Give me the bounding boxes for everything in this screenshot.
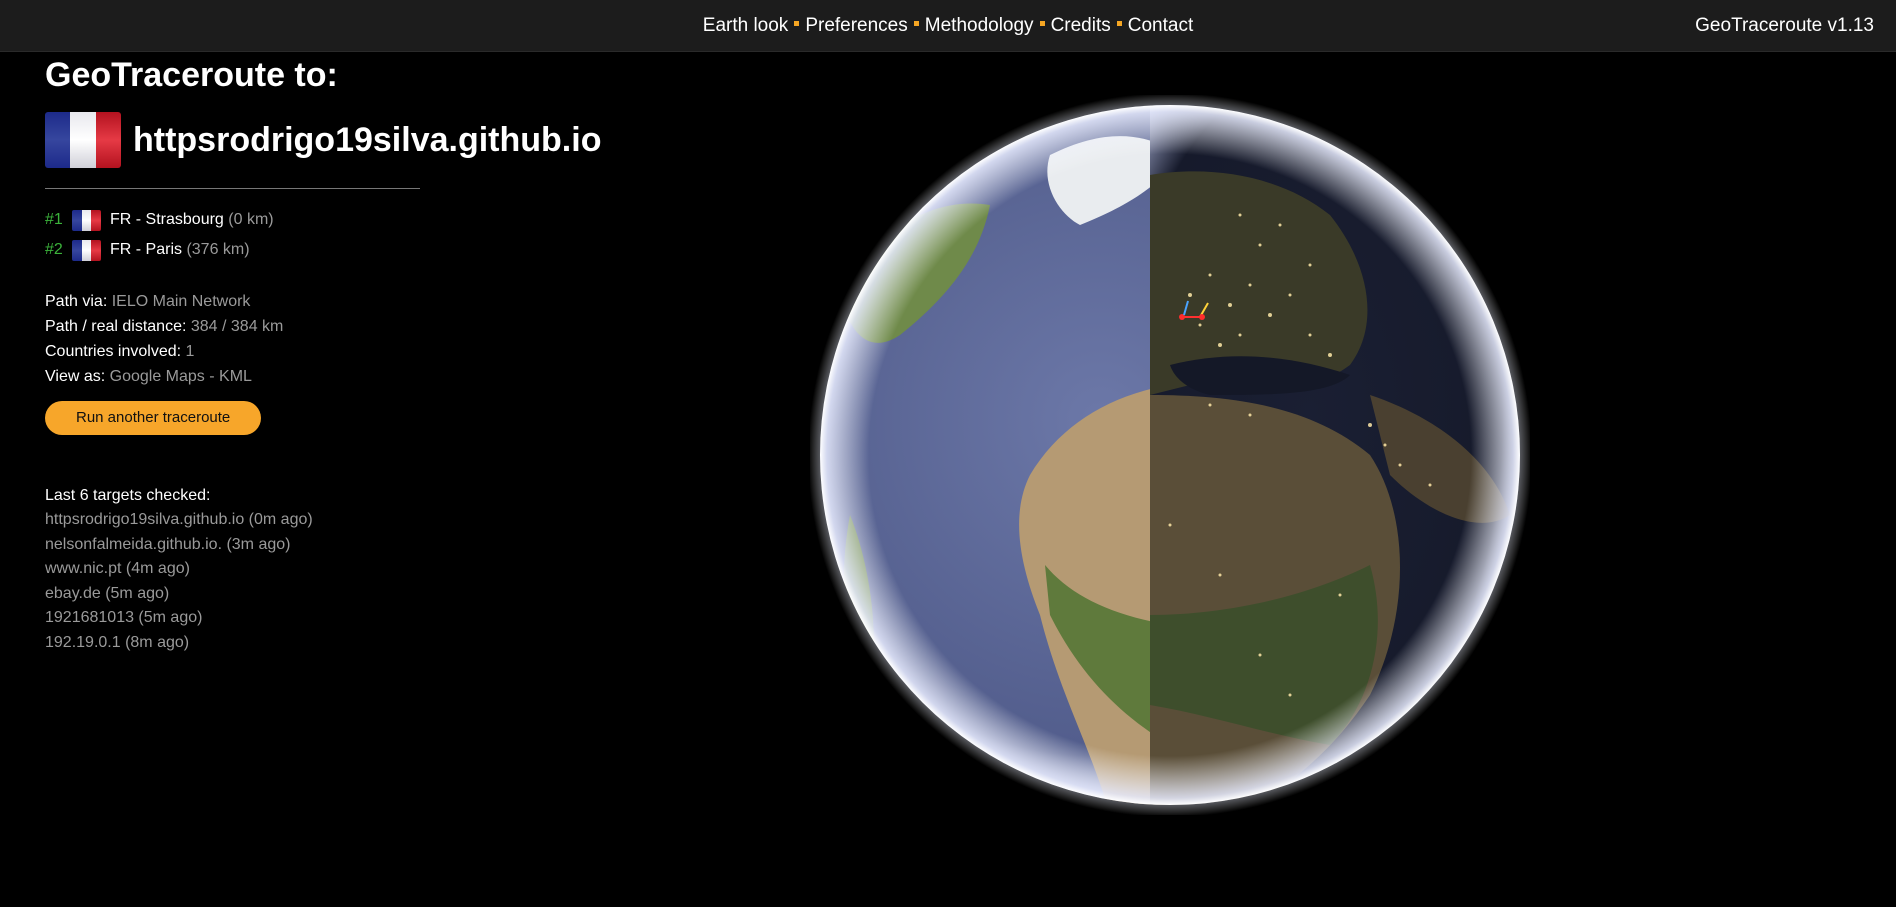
app-version: GeoTraceroute v1.13: [1695, 15, 1874, 36]
countries-row: Countries involved: 1: [45, 339, 645, 364]
globe-render[interactable]: [808, 93, 1532, 817]
hop-row[interactable]: #2 FR - Paris (376 km): [45, 235, 645, 265]
recent-targets-title: Last 6 targets checked:: [45, 487, 211, 504]
hop-list: #1 FR - Strasbourg (0 km) #2 FR - Paris …: [45, 205, 645, 265]
hop-location: FR - Strasbourg: [110, 211, 224, 228]
france-flag-icon: [45, 112, 121, 168]
recent-target-item[interactable]: ebay.de (5m ago): [45, 582, 645, 607]
divider: [45, 188, 420, 189]
traceroute-panel: GeoTraceroute to: httpsrodrigo19silva.gi…: [45, 52, 645, 655]
google-maps-link[interactable]: Google Maps: [110, 368, 205, 385]
menu-separator: [913, 21, 919, 27]
page-title: GeoTraceroute to:: [45, 56, 338, 94]
recent-target-item[interactable]: 192.19.0.1 (8m ago): [45, 631, 645, 656]
nav-methodology[interactable]: Methodology: [925, 15, 1034, 36]
france-flag-icon: [72, 209, 101, 231]
recent-target-item[interactable]: 1921681013 (5m ago): [45, 606, 645, 631]
nav-contact[interactable]: Contact: [1128, 15, 1193, 36]
hop-number: #1: [45, 211, 63, 228]
menu-separator: [1039, 21, 1045, 27]
nav-credits[interactable]: Credits: [1051, 15, 1111, 36]
run-another-traceroute-button[interactable]: Run another traceroute: [45, 401, 262, 435]
menu-separator: [794, 21, 800, 27]
path-info: Path via: IELO Main Network Path / real …: [45, 289, 645, 389]
view-as-row: View as: Google Maps - KML: [45, 364, 645, 389]
hop-location: FR - Paris: [110, 241, 182, 258]
menu-separator: [1116, 21, 1122, 27]
distance-value: 384 / 384 km: [190, 318, 284, 335]
path-via-row: Path via: IELO Main Network: [45, 289, 645, 314]
kml-link[interactable]: KML: [219, 368, 252, 385]
countries-value: 1: [185, 343, 195, 360]
recent-target-item[interactable]: nelsonfalmeida.github.io. (3m ago): [45, 533, 645, 558]
hop-number: #2: [45, 241, 63, 258]
view-as-label: View as:: [45, 368, 106, 385]
target-header: httpsrodrigo19silva.github.io: [45, 110, 645, 170]
recent-target-item[interactable]: httpsrodrigo19silva.github.io (0m ago): [45, 508, 645, 533]
hop-row[interactable]: #1 FR - Strasbourg (0 km): [45, 205, 645, 235]
france-flag-icon: [72, 239, 101, 261]
link-separator: -: [204, 368, 220, 385]
earth-globe[interactable]: [808, 93, 1532, 817]
globe-rim: [820, 105, 1520, 805]
path-via-value: IELO Main Network: [111, 293, 251, 310]
recent-target-item[interactable]: www.nic.pt (4m ago): [45, 557, 645, 582]
hop-distance: (0 km): [228, 211, 274, 228]
nav-preferences[interactable]: Preferences: [805, 15, 907, 36]
target-hostname: httpsrodrigo19silva.github.io: [133, 120, 602, 159]
top-navigation-bar: Earth look Preferences Methodology Credits C…: [0, 0, 1896, 52]
recent-targets: Last 6 targets checked: httpsrodrigo19si…: [45, 483, 645, 655]
main-menu: Earth look Preferences Methodology Credits C…: [0, 15, 1896, 37]
countries-label: Countries involved:: [45, 343, 182, 360]
nav-earth-look[interactable]: Earth look: [703, 15, 789, 36]
path-via-label: Path via:: [45, 293, 108, 310]
distance-label: Path / real distance:: [45, 318, 187, 335]
distance-row: Path / real distance: 384 / 384 km: [45, 314, 645, 339]
hop-distance: (376 km): [186, 241, 250, 258]
